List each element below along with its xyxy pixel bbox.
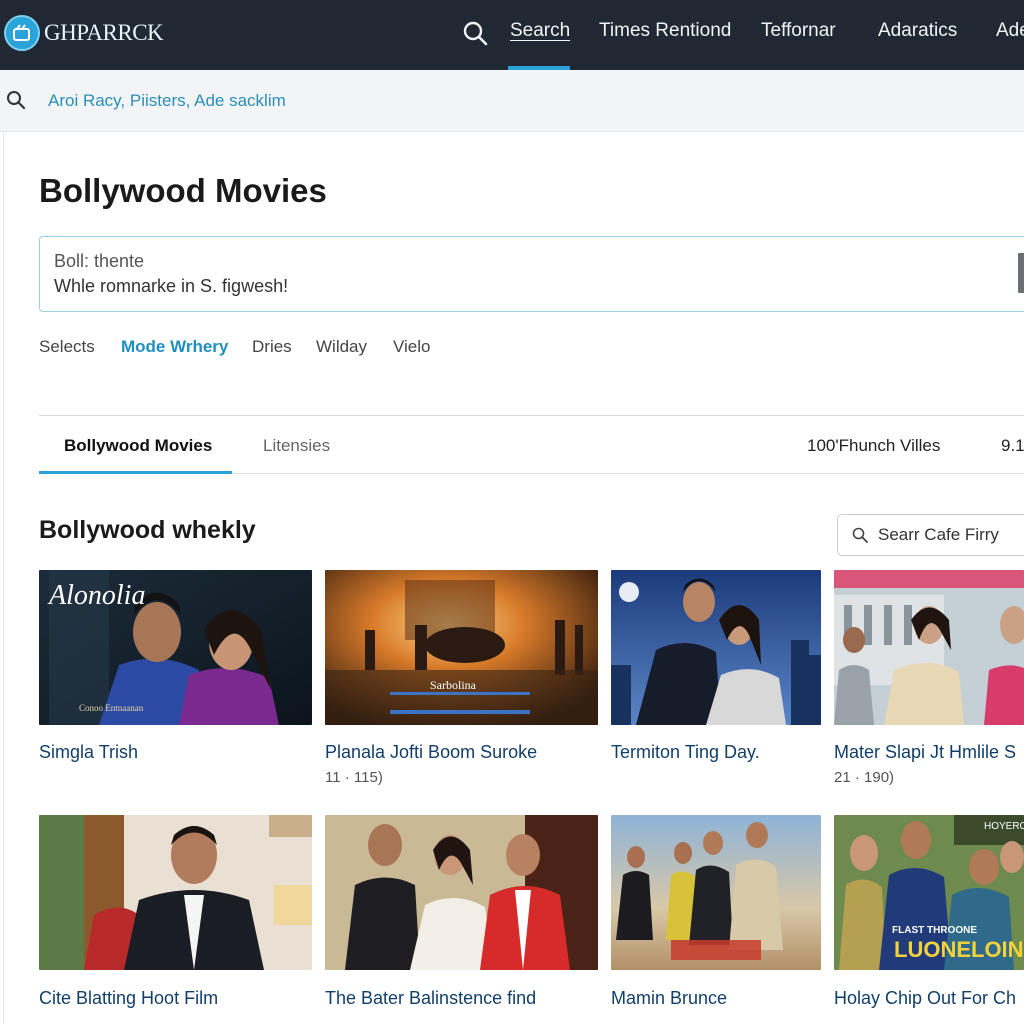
page-title: Bollywood Movies [39,172,327,209]
section-divider [39,415,1024,416]
movie-poster-4[interactable] [834,570,1024,725]
nav-teffornar[interactable]: Teffornar [761,20,836,42]
search-icon[interactable] [462,20,488,46]
poster-title-text: LUONELOINE [894,937,1024,962]
movie-meta-4: 21 · 190) [834,769,895,786]
movie-title-6[interactable]: The Bater Balinstence find [325,988,598,1009]
poster-badge-text: HOYEROIM [984,821,1024,832]
movie-title-7[interactable]: Mamin Brunce [611,988,821,1009]
search-icon[interactable] [6,90,26,110]
poster-subtitle-text: FLAST THROONE [892,925,977,936]
movie-poster-6[interactable] [325,815,598,970]
description-textbox[interactable]: Boll: thente Whle romnarke in S. figwesh… [39,236,1024,312]
tab-litensies[interactable]: Litensies [263,436,330,456]
nav-times[interactable]: Times Rentiond [599,20,731,42]
filter-dries[interactable]: Dries [252,337,292,357]
textbox-line-1: Boll: thente [54,251,145,271]
movie-poster-1[interactable]: Alonolia Conoo Entnaanan [39,570,312,725]
top-nav-bar: GHPARRCK Search Times Rentiond Teffornar… [0,0,1024,70]
textbox-scrollbar[interactable] [1018,253,1024,293]
filter-wilday[interactable]: Wilday [316,337,367,357]
tab-rating[interactable]: 9.1 [1001,436,1024,456]
tab-french-villes[interactable]: 100'Fhunch Villes [807,436,940,456]
poster-title-text: Alonolia [49,580,146,611]
movie-poster-3[interactable] [611,570,821,725]
filter-selects[interactable]: Selects [39,337,95,357]
section-title: Bollywood whekly [39,516,256,544]
movie-poster-2[interactable]: Sarbolina [325,570,598,725]
textbox-line-2: Whle romnarke in S. figwesh! [54,276,289,296]
movie-meta-2: 11 · 115) [325,769,383,786]
nav-search[interactable]: Search [510,20,570,42]
movie-title-2[interactable]: Planala Jofti Boom Suroke [325,742,598,763]
tab-bollywood-movies[interactable]: Bollywood Movies [64,436,212,456]
section-search-box[interactable] [837,514,1024,556]
nav-more[interactable]: Ade [996,20,1024,42]
movie-title-3[interactable]: Termiton Ting Day. [611,742,821,763]
section-search-input[interactable] [878,523,1024,547]
movie-poster-5[interactable] [39,815,312,970]
search-suggestion-bar: Aroi Racy, Piisters, Ade sacklim [0,70,1024,132]
filter-mode-wrhery[interactable]: Mode Wrhery [121,337,228,357]
logo-film-icon [4,15,40,51]
movie-title-1[interactable]: Simgla Trish [39,742,312,763]
poster-credit-text: Conoo Entnaanan [79,703,144,713]
movie-title-5[interactable]: Cite Blatting Hoot Film [39,988,312,1009]
app-logo[interactable]: GHPARRCK [4,14,164,52]
poster-title-text: Sarbolina [430,678,476,692]
poster-logo-mark [390,692,530,714]
movie-title-8[interactable]: Holay Chip Out For Ch [834,988,1024,1009]
search-icon [852,527,868,543]
search-suggestion-text[interactable]: Aroi Racy, Piisters, Ade sacklim [48,91,286,111]
movie-poster-8[interactable]: HOYEROIM FLAST THROONE LUONELOINE [834,815,1024,970]
movie-title-4[interactable]: Mater Slapi Jt Hmlile S [834,742,1024,763]
movie-poster-7[interactable] [611,815,821,970]
logo-text: GHPARRCK [44,20,164,45]
filter-vielo[interactable]: Vielo [393,337,431,357]
nav-adaratics[interactable]: Adaratics [878,20,957,42]
active-tab-indicator [39,471,232,474]
